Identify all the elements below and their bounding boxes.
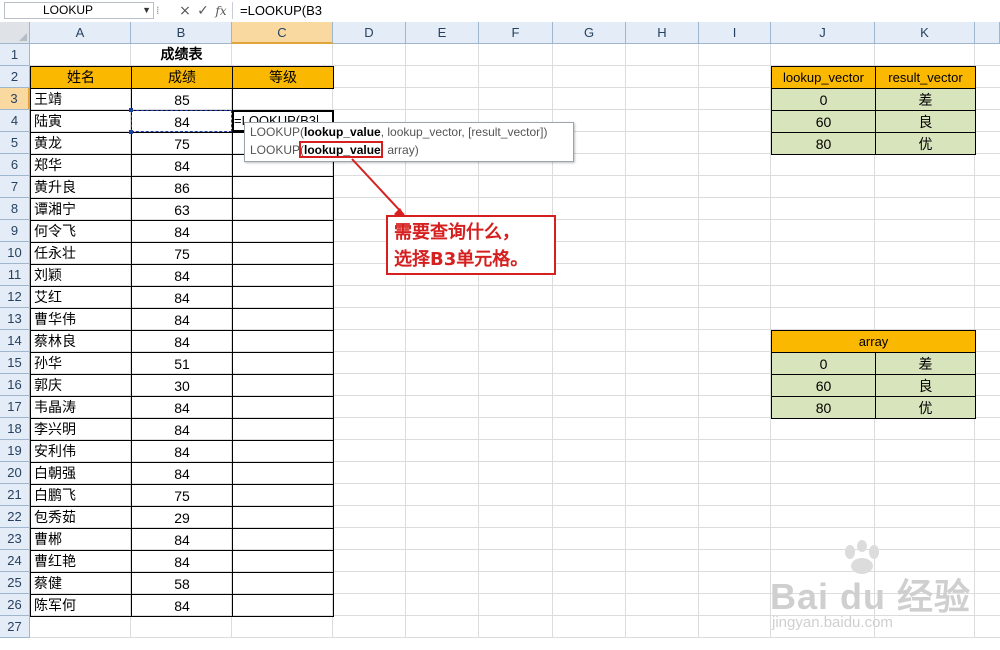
formula-input[interactable]: =LOOKUP(B3	[240, 0, 322, 22]
formula-bar-divider	[232, 2, 233, 19]
annotation-callout: 需要查询什么， 选择B3单元格。	[386, 215, 556, 275]
drag-handle[interactable]: ⁞	[156, 5, 160, 17]
name-box[interactable]: LOOKUP ▼	[4, 2, 154, 19]
enter-icon[interactable]: ✓	[195, 1, 211, 21]
insert-function-icon[interactable]: fx	[213, 1, 229, 21]
chevron-down-icon[interactable]: ▼	[142, 3, 151, 18]
baidu-watermark: Bai du 经验 jingyan.baidu.com	[770, 540, 1000, 650]
watermark-url: jingyan.baidu.com	[772, 614, 893, 631]
watermark-logo: Bai du 经验	[770, 576, 972, 617]
callout-line-2: 选择B3单元格。	[394, 249, 529, 270]
name-box-value: LOOKUP	[43, 3, 94, 17]
formula-bar: LOOKUP ▼ ⁞ × ✓ fx =LOOKUP(B3	[0, 0, 1000, 23]
cancel-icon[interactable]: ×	[177, 1, 193, 21]
callout-line-1: 需要查询什么，	[394, 222, 520, 243]
